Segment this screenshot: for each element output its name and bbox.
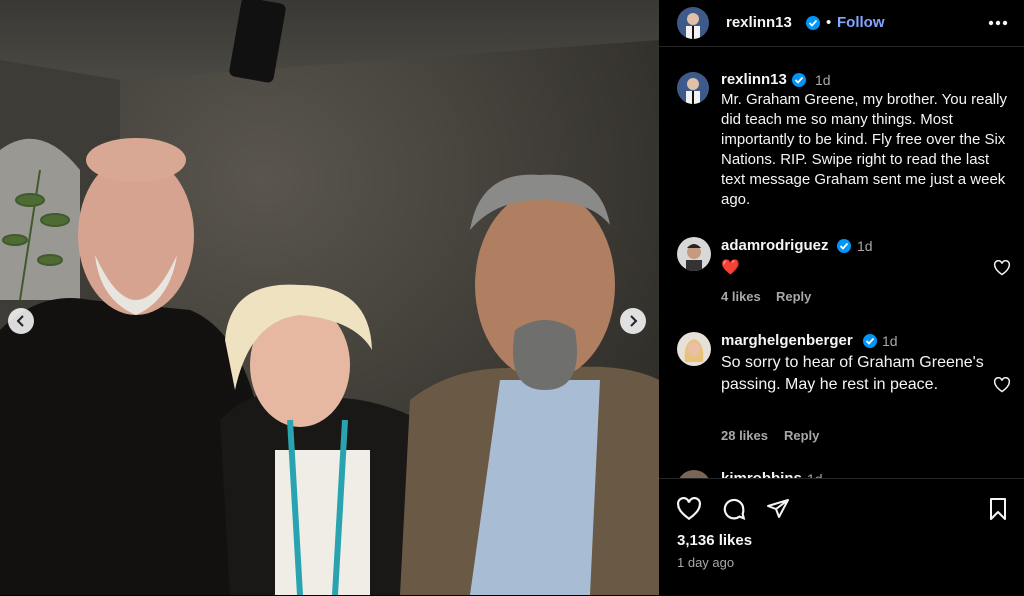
comment-time: 1d	[882, 333, 898, 349]
commenter-avatar[interactable]	[677, 332, 711, 366]
heart-icon[interactable]	[993, 377, 1011, 393]
comment-text: So sorry to hear of Graham Greene's pass…	[721, 354, 984, 393]
next-photo-button[interactable]	[620, 308, 646, 334]
comment-likes[interactable]: 4 likes	[721, 289, 761, 304]
previous-photo-button[interactable]	[8, 308, 34, 334]
follow-button[interactable]: Follow	[827, 14, 885, 31]
posted-time: 1 day ago	[677, 555, 735, 570]
author-avatar[interactable]	[677, 7, 709, 39]
author-username[interactable]: rexlinn13	[726, 14, 792, 31]
comment-username[interactable]: kimrobbins	[721, 470, 802, 478]
post-actions-footer: 3,136 likes 1 day ago	[659, 478, 1024, 596]
comment-time: 1d	[857, 238, 873, 254]
caption-avatar[interactable]	[677, 72, 709, 104]
comment-username[interactable]: marghelgenberger	[721, 332, 853, 349]
bookmark-icon[interactable]	[987, 497, 1009, 521]
reply-button[interactable]: Reply	[776, 289, 811, 304]
verified-badge-icon	[863, 334, 877, 348]
verified-badge-icon	[806, 16, 820, 30]
chevron-right-icon	[630, 315, 638, 327]
commenter-avatar[interactable]	[677, 237, 711, 271]
comment-item: kimrobbins 1d	[659, 466, 1024, 478]
chevron-left-icon	[16, 315, 24, 327]
post-side-panel: rexlinn13 • Follow rexlinn13 1d Mr. Grah…	[659, 0, 1024, 596]
caption-time: 1d	[815, 72, 831, 88]
post-header: rexlinn13 • Follow	[659, 0, 1024, 47]
reply-button[interactable]: Reply	[784, 428, 819, 443]
verified-badge-icon	[837, 239, 851, 253]
comment-username[interactable]: adamrodriguez	[721, 237, 829, 254]
caption-text: Mr. Graham Greene, my brother. You reall…	[721, 91, 1007, 208]
comment-text: ❤️	[721, 259, 740, 276]
commenter-avatar[interactable]	[677, 470, 711, 478]
heart-icon[interactable]	[993, 260, 1011, 276]
share-icon[interactable]	[765, 497, 791, 521]
likes-count[interactable]: 3,136 likes	[677, 532, 752, 549]
caption-username[interactable]: rexlinn13	[721, 71, 787, 88]
comment-likes[interactable]: 28 likes	[721, 428, 768, 443]
photo-illustration	[0, 0, 659, 595]
post-photo[interactable]	[0, 0, 659, 595]
verified-badge-icon	[792, 73, 806, 87]
comment-icon[interactable]	[721, 496, 747, 522]
more-horizontal-icon[interactable]	[988, 20, 1008, 26]
comment-time: 1d	[807, 471, 823, 478]
heart-icon[interactable]	[676, 497, 702, 521]
